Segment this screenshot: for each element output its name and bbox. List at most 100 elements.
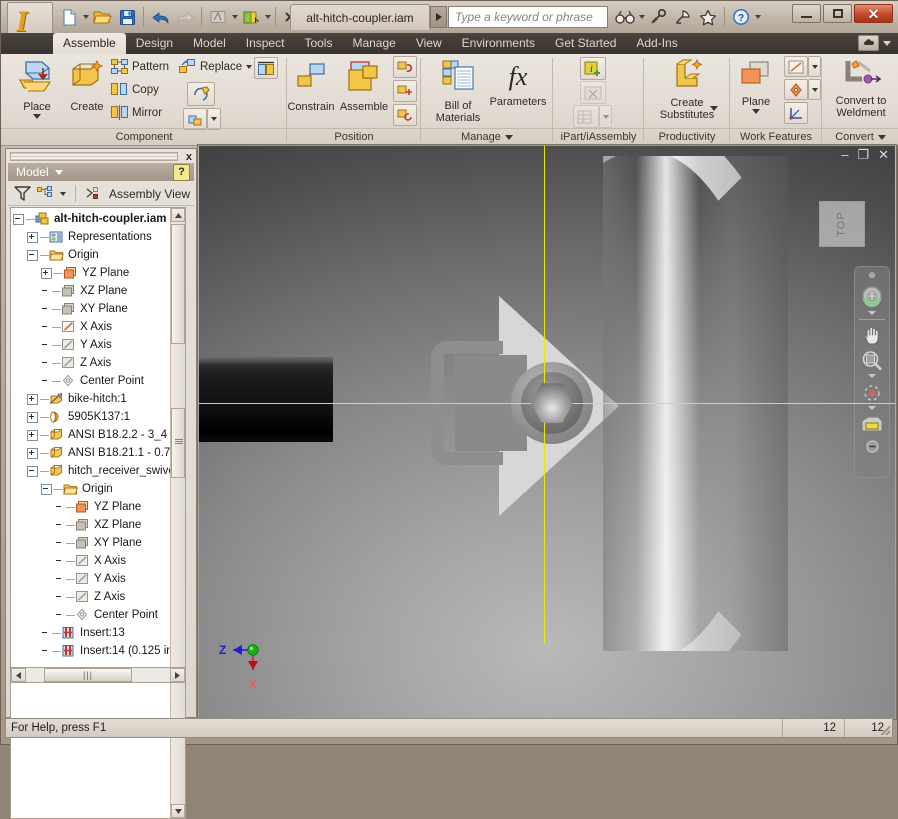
expand-plus-icon[interactable]	[27, 411, 38, 423]
tree-item-ansi-b18-2-2-3-4-10[interactable]: ANSI B18.2.2 - 3_4 - 10(	[11, 426, 185, 444]
navbar-options-button[interactable]	[865, 440, 879, 456]
close-button[interactable]: ✕	[854, 4, 893, 23]
select-button[interactable]	[206, 5, 230, 29]
chevron-down-icon[interactable]	[232, 15, 238, 19]
tree-item-yz-plane[interactable]: YZ Plane	[11, 498, 185, 516]
place-component-button[interactable]: Place	[11, 58, 63, 119]
create-component-button[interactable]: Create	[61, 58, 113, 113]
tree-item-y-axis[interactable]: Y Axis	[11, 336, 185, 354]
collapse-minus-icon[interactable]	[27, 465, 38, 477]
point-dropdown[interactable]	[808, 79, 821, 100]
tree-item-y-axis[interactable]: Y Axis	[11, 570, 185, 588]
maximize-button[interactable]	[823, 4, 852, 23]
tree-item-x-axis[interactable]: X Axis	[11, 552, 185, 570]
document-tab-overflow-button[interactable]	[430, 6, 447, 28]
tree-horizontal-scrollbar[interactable]: |||	[10, 667, 186, 683]
browser-title-bar[interactable]: Model ?	[8, 163, 194, 181]
convert-to-weldment-button[interactable]: Convert to Weldment	[828, 58, 894, 119]
tree-item-insert-13[interactable]: Insert:13	[11, 624, 185, 642]
document-minimize-button[interactable]: –	[841, 148, 848, 161]
scroll-thumb-lower[interactable]	[171, 408, 185, 478]
tree-item-representations[interactable]: Representations	[11, 228, 185, 246]
help-button[interactable]: ?	[729, 5, 753, 29]
plane-button[interactable]: Plane	[730, 59, 782, 114]
collapse-minus-icon[interactable]	[13, 213, 24, 225]
parameters-button[interactable]: fx Parameters	[487, 59, 549, 108]
scroll-left-button[interactable]	[11, 668, 26, 682]
chevron-down-icon[interactable]	[504, 134, 513, 140]
chevron-down-icon[interactable]	[83, 15, 89, 19]
tree-item-origin[interactable]: Origin	[11, 246, 185, 264]
insert-constraint-button[interactable]	[393, 80, 417, 102]
expand-plus-icon[interactable]	[27, 393, 38, 405]
chevron-down-icon[interactable]	[868, 374, 876, 378]
undo-button[interactable]	[148, 5, 172, 29]
ipart-factory-button[interactable]	[254, 57, 278, 79]
orbit-button[interactable]	[860, 382, 884, 410]
bill-of-materials-button[interactable]: Bill of Materials	[429, 59, 487, 124]
expand-plus-icon[interactable]	[27, 231, 38, 243]
tree-view-icon[interactable]	[37, 186, 54, 201]
tree-item-hitch-receiver-swivel-1[interactable]: hitch_receiver_swivel:1	[11, 462, 185, 480]
tree-item-z-axis[interactable]: Z Axis	[11, 588, 185, 606]
chevron-down-icon[interactable]	[33, 114, 41, 119]
ribbon-display-options-button[interactable]	[858, 35, 879, 51]
tree-item-xy-plane[interactable]: XY Plane	[11, 300, 185, 318]
save-file-button[interactable]	[115, 5, 139, 29]
tree-item-alt-hitch-coupler-iam[interactable]: alt-hitch-coupler.iam	[11, 210, 185, 228]
ribbon-tab-get-started[interactable]: Get Started	[545, 33, 626, 54]
axis-button[interactable]	[784, 56, 808, 77]
scroll-thumb-upper[interactable]	[171, 224, 185, 344]
ribbon-tab-tools[interactable]: Tools	[294, 33, 342, 54]
chevron-down-icon[interactable]	[868, 311, 876, 315]
chevron-down-icon[interactable]	[883, 40, 891, 46]
ribbon-tab-model[interactable]: Model	[183, 33, 236, 54]
subscription-key-button[interactable]	[646, 5, 670, 29]
angle-constraint-button[interactable]	[393, 104, 417, 126]
chevron-down-icon[interactable]	[639, 15, 645, 19]
scroll-right-button[interactable]	[170, 668, 185, 682]
filter-funnel-icon[interactable]	[14, 185, 31, 202]
tree-item-xy-plane[interactable]: XY Plane	[11, 534, 185, 552]
point-button[interactable]	[784, 79, 808, 100]
resize-grip-icon[interactable]	[878, 723, 890, 735]
minimize-button[interactable]	[792, 4, 821, 23]
ucs-button[interactable]	[784, 102, 808, 124]
tree-item-x-axis[interactable]: X Axis	[11, 318, 185, 336]
ribbon-tab-inspect[interactable]: Inspect	[236, 33, 295, 54]
scroll-up-button[interactable]	[171, 208, 185, 222]
3d-scene[interactable]: – ❐ ✕ TOP ⊗ Z X	[199, 146, 895, 718]
ribbon-tab-view[interactable]: View	[406, 33, 452, 54]
chevron-down-icon[interactable]	[710, 106, 718, 111]
create-substitutes-button[interactable]: Create Substitutes	[657, 58, 717, 121]
binoculars-search-button[interactable]	[613, 5, 637, 29]
tree-item-z-axis[interactable]: Z Axis	[11, 354, 185, 372]
ribbon-tab-assemble[interactable]: Assemble	[53, 33, 126, 54]
horizontal-scroll-thumb[interactable]: |||	[44, 668, 132, 682]
tree-item-center-point[interactable]: Center Point	[11, 372, 185, 390]
new-file-button[interactable]	[57, 5, 81, 29]
constrain-button[interactable]: Constrain	[285, 60, 337, 113]
assembly-view-icon[interactable]	[85, 186, 103, 201]
chevron-down-icon[interactable]	[877, 134, 886, 140]
favorites-star-button[interactable]	[696, 5, 720, 29]
tree-item-xz-plane[interactable]: XZ Plane	[11, 516, 185, 534]
expand-plus-icon[interactable]	[27, 429, 38, 441]
copy-components-dropdown[interactable]	[207, 108, 221, 130]
expand-plus-icon[interactable]	[41, 267, 52, 279]
browser-close-button[interactable]: x	[186, 151, 192, 163]
chevron-down-icon[interactable]	[868, 406, 876, 410]
browser-drag-grip[interactable]	[10, 152, 178, 161]
communication-center-button[interactable]	[671, 5, 695, 29]
copy-button[interactable]: Copy	[111, 82, 159, 97]
navbar-close-icon[interactable]: ⊗	[868, 270, 876, 281]
document-close-button[interactable]: ✕	[878, 148, 889, 161]
create-ipart-button[interactable]: i	[580, 57, 606, 80]
tree-item-ansi-b18-21-1-0-75-1[interactable]: ANSI B18.21.1 - 0.75:1	[11, 444, 185, 462]
tree-item-xz-plane[interactable]: XZ Plane	[11, 282, 185, 300]
ribbon-tab-design[interactable]: Design	[126, 33, 183, 54]
tree-item-5905k137-1[interactable]: 5905K137:1	[11, 408, 185, 426]
chevron-down-icon[interactable]	[265, 15, 271, 19]
chevron-down-icon[interactable]	[755, 15, 761, 19]
zoom-button[interactable]	[861, 350, 884, 378]
